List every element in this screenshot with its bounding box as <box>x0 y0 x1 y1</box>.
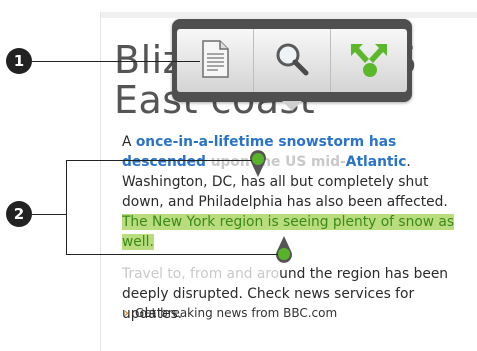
story-link-end: Atlantic <box>345 154 407 170</box>
callout-2-bracket-bottom <box>66 254 278 255</box>
share-button[interactable] <box>331 29 407 92</box>
selection-start-handle[interactable] <box>248 150 268 178</box>
story-link-faded: upon the US mid- <box>210 154 346 170</box>
p2-faded: Travel to, from and aro <box>122 266 280 282</box>
selection-toolbar <box>172 19 412 102</box>
callout-2-badge: 2 <box>6 201 32 227</box>
chevron-right-icon: › <box>124 306 129 320</box>
callout-2-bracket-top <box>66 160 252 161</box>
selection-end-handle[interactable] <box>274 235 294 263</box>
search-magnifier-icon <box>274 41 310 81</box>
copy-document-icon <box>200 39 230 82</box>
callout-2-bracket-vertical <box>66 160 67 254</box>
breaking-news-link[interactable]: › Get breaking news from BBC.com <box>124 306 337 320</box>
search-button[interactable] <box>254 29 331 92</box>
callout-2-leader-line <box>32 214 66 215</box>
article-paragraph-1: A once-in-a-lifetime snowstorm has desce… <box>122 132 472 252</box>
breaking-news-label: Get breaking news from BBC.com <box>134 306 338 320</box>
selection-toolbar-buttons <box>177 29 407 92</box>
share-arrows-icon <box>349 40 389 82</box>
page-top-band <box>101 12 477 18</box>
p1-intro: A <box>122 134 136 150</box>
callout-1-badge: 1 <box>6 48 32 74</box>
callout-1-leader-line <box>32 61 200 62</box>
toolbar-pointer <box>282 101 302 111</box>
